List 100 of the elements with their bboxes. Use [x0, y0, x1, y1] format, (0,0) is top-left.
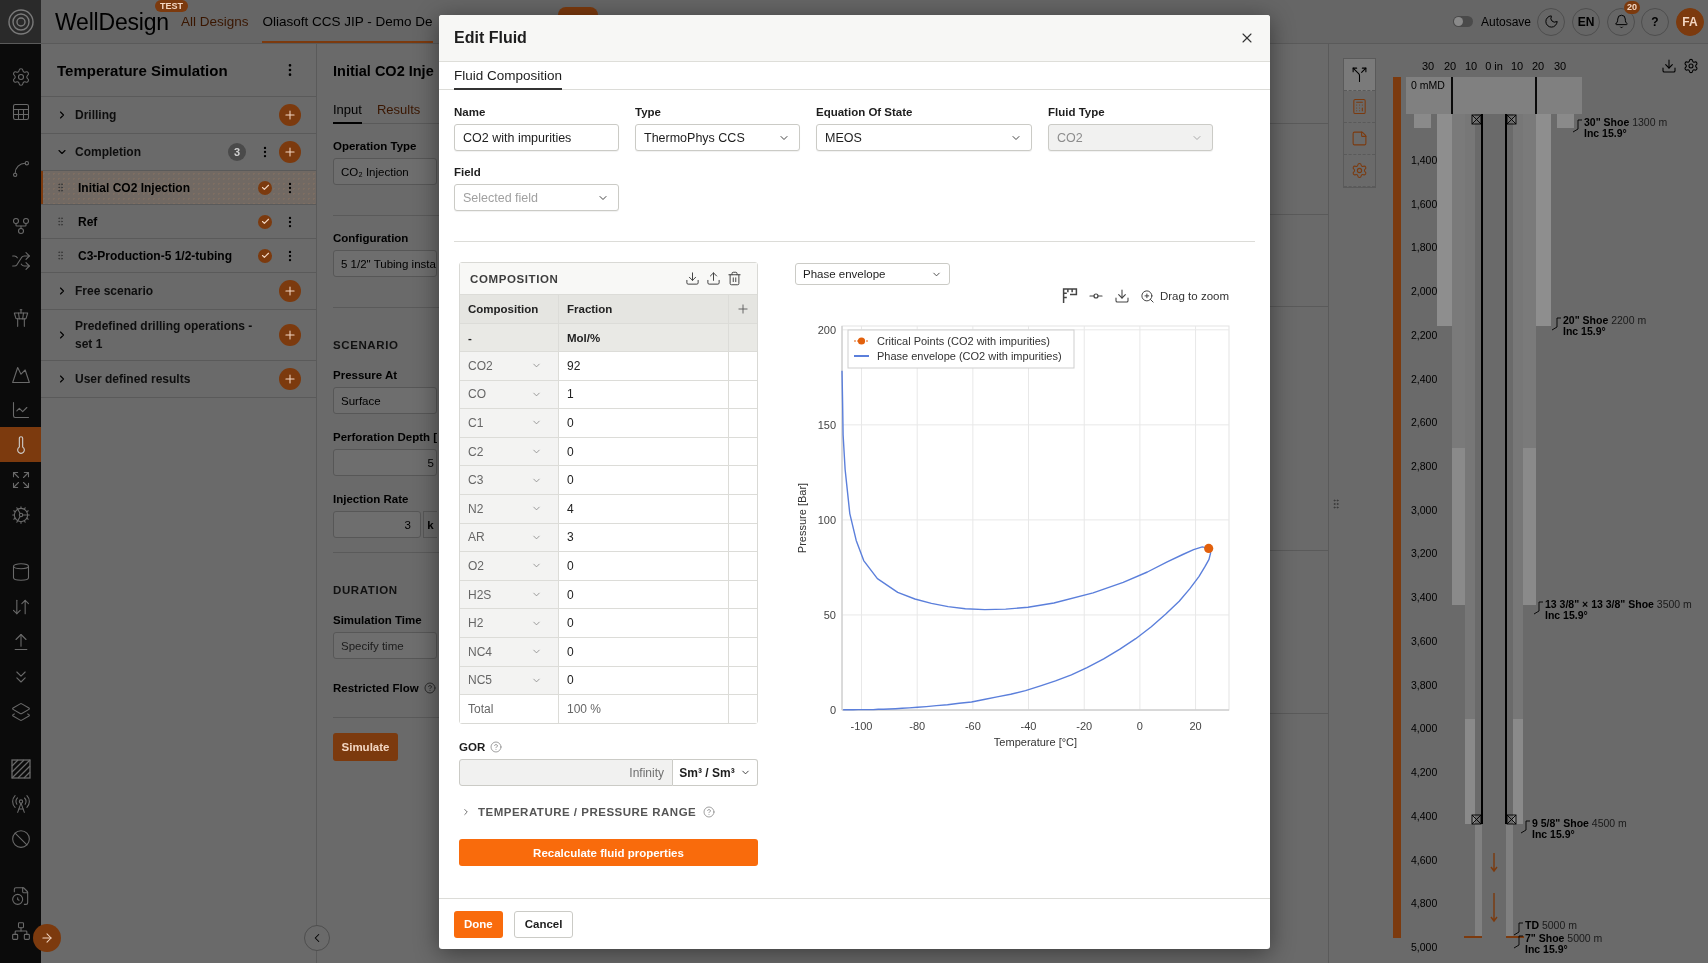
fraction-input[interactable]: 4: [559, 494, 729, 524]
component-select[interactable]: C2: [460, 437, 559, 467]
add-button[interactable]: [279, 368, 301, 390]
add-button[interactable]: [279, 104, 301, 126]
tree-group-label[interactable]: Free scenario: [75, 282, 272, 300]
tab[interactable]: Fluid Composition: [454, 62, 563, 90]
component-select[interactable]: N2: [460, 494, 559, 524]
component-select[interactable]: NC4: [460, 637, 559, 667]
field-label: Pressure At: [333, 368, 398, 382]
download-icon[interactable]: [685, 271, 700, 286]
simulate-button[interactable]: Simulate: [333, 733, 398, 761]
component-select[interactable]: H2S: [460, 580, 559, 610]
trash-icon[interactable]: [727, 271, 742, 286]
expand-button[interactable]: [33, 924, 61, 952]
gear-icon: [1351, 162, 1368, 179]
nav-button[interactable]: [0, 427, 41, 462]
tree-group-label[interactable]: Completion: [75, 143, 228, 161]
fraction-input[interactable]: 0: [559, 609, 729, 638]
dropdown[interactable]: ThermoPhys CCS: [635, 124, 800, 151]
upload-icon[interactable]: [706, 271, 721, 286]
add-button[interactable]: [279, 141, 301, 163]
component-select[interactable]: C1: [460, 409, 559, 438]
add-button[interactable]: [279, 324, 301, 346]
inclination-label: Inc 15.9°: [1532, 829, 1575, 840]
tree-item-label: Initial CO2 Injection: [78, 180, 191, 195]
drag-to-zoom-button[interactable]: Drag to zoom: [1139, 288, 1229, 304]
axis-tick-label: -40: [1020, 720, 1037, 732]
input-field[interactable]: 5 1/2" Tubing insta: [333, 250, 437, 277]
tree-group-label[interactable]: User defined results: [75, 370, 272, 388]
depth-label: 2,200: [1411, 328, 1438, 341]
tab[interactable]: Input: [333, 97, 362, 124]
input-field[interactable]: Surface: [333, 387, 437, 414]
tree-item[interactable]: Initial CO2 Injection: [41, 171, 316, 205]
depth-label: 1,800: [1411, 241, 1438, 254]
resize-handle-icon[interactable]: [1330, 497, 1342, 510]
legend-label: Critical Points (CO2 with impurities): [877, 335, 1050, 347]
avatar-button[interactable]: FA: [1676, 7, 1704, 36]
component-select[interactable]: C3: [460, 466, 559, 495]
add-button[interactable]: [279, 280, 301, 302]
fraction-input[interactable]: 92: [559, 352, 729, 381]
number-input[interactable]: 5: [333, 449, 437, 476]
component-select[interactable]: H2: [460, 609, 559, 638]
fraction-input[interactable]: 0: [559, 466, 729, 495]
drag-handle-icon[interactable]: [55, 182, 66, 193]
cog-icon: [10, 504, 31, 525]
fraction-input[interactable]: 0: [559, 666, 729, 696]
collapsible-header[interactable]: TEMPERATURE / PRESSURE RANGE: [459, 804, 716, 821]
moon-icon: [1543, 14, 1559, 29]
download-button[interactable]: [1113, 288, 1130, 304]
depth-label: 3,800: [1411, 678, 1438, 691]
fraction-input[interactable]: 3: [559, 523, 729, 553]
nav-button[interactable]: [8, 756, 33, 781]
autosave-switch[interactable]: [1452, 16, 1473, 27]
axis-tick-label: 0: [1136, 720, 1143, 732]
settings-button[interactable]: [1683, 58, 1699, 74]
field-label: Perforation Depth [: [333, 430, 438, 444]
done-button[interactable]: Done: [454, 910, 503, 938]
axis-tick-label: 100: [817, 513, 836, 526]
dropdown[interactable]: Selected field: [454, 184, 619, 211]
input-field[interactable]: CO₂ Injection: [333, 158, 437, 185]
fraction-input[interactable]: 1: [559, 380, 729, 410]
unit-label: Mol/%: [559, 324, 729, 352]
axes-button[interactable]: [1061, 288, 1078, 304]
fraction-input[interactable]: 0: [559, 437, 729, 467]
component-select[interactable]: NC5: [460, 666, 559, 696]
depth-label: 3,000: [1411, 503, 1438, 516]
toolbar-button[interactable]: [1344, 59, 1375, 91]
dropdown[interactable]: MEOS: [816, 124, 1032, 151]
component-select[interactable]: CO2: [460, 352, 559, 381]
tab[interactable]: Results: [376, 97, 421, 124]
tree-item[interactable]: C3-Production-5 1/2-tubing: [41, 239, 316, 273]
drag-handle-icon[interactable]: [55, 250, 66, 261]
fraction-input[interactable]: 0: [559, 552, 729, 581]
layers-icon: [10, 701, 31, 722]
chart-type-select[interactable]: Phase envelope: [795, 263, 950, 285]
text-input[interactable]: CO2 with impurities: [454, 124, 619, 151]
download-button[interactable]: [1661, 58, 1677, 74]
component-select[interactable]: CO: [460, 380, 559, 410]
tree-group-label[interactable]: Drilling: [75, 106, 272, 124]
recalculate-button[interactable]: Recalculate fluid properties: [459, 839, 758, 867]
add-column-button[interactable]: [729, 295, 757, 324]
tree-item[interactable]: Ref: [41, 205, 316, 239]
input-field[interactable]: Specify time: [333, 632, 437, 659]
cancel-button[interactable]: Cancel: [513, 910, 574, 938]
tree-item-label: Ref: [78, 214, 99, 229]
unit-select[interactable]: k: [423, 511, 437, 538]
drag-handle-icon[interactable]: [55, 216, 66, 227]
fraction-input[interactable]: 0: [559, 637, 729, 667]
unit-label: -: [460, 324, 559, 352]
nav-tab[interactable]: Oliasoft CCS JIP - Demo De: [262, 0, 433, 43]
depth-label: 2,600: [1411, 416, 1438, 429]
component-select[interactable]: O2: [460, 552, 559, 581]
scale-label: 10: [1510, 60, 1524, 72]
tree-group-label[interactable]: Predefined drilling operations - set 1: [75, 317, 272, 353]
fraction-input[interactable]: 0: [559, 580, 729, 610]
shuffle-icon: [10, 250, 31, 271]
component-select[interactable]: AR: [460, 523, 559, 553]
fraction-input[interactable]: 0: [559, 409, 729, 438]
curve-icon: [10, 158, 31, 179]
number-input[interactable]: 3: [333, 511, 421, 538]
